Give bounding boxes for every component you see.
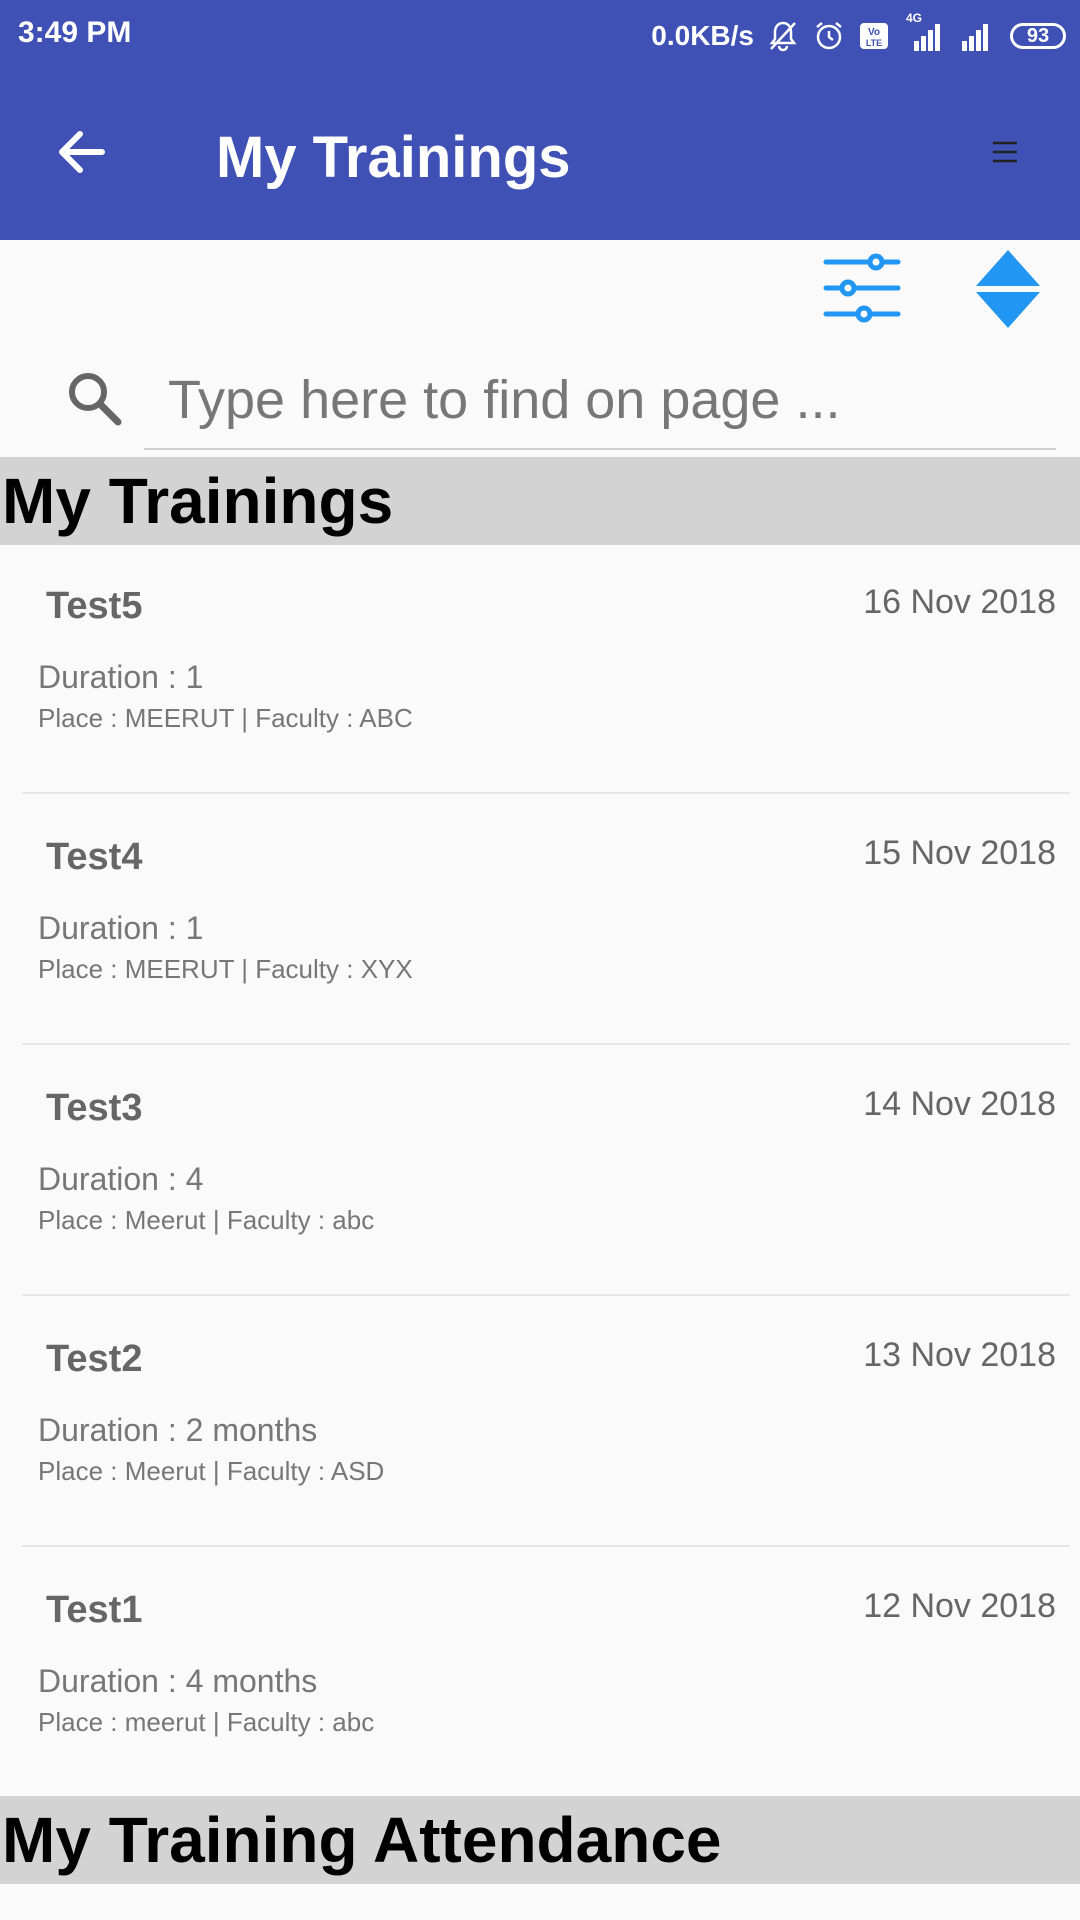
training-duration: Duration : 1 — [38, 910, 204, 946]
training-meta: Place : meerut | Faculty : abc — [38, 1707, 375, 1737]
search-icon — [64, 368, 124, 428]
training-duration: Duration : 1 — [38, 659, 204, 695]
training-list: Test5 16 Nov 2018 Duration : 1 Place : M… — [0, 543, 1080, 1798]
training-duration: Duration : 4 months — [38, 1663, 318, 1699]
list-item[interactable]: Test5 16 Nov 2018 Duration : 1 Place : M… — [22, 543, 1070, 794]
battery-level: 93 — [1026, 24, 1050, 47]
list-item[interactable]: Test2 13 Nov 2018 Duration : 2 months Pl… — [22, 1296, 1070, 1547]
list-item[interactable]: Test1 12 Nov 2018 Duration : 4 months Pl… — [22, 1547, 1070, 1798]
training-name: Test4 — [46, 836, 143, 878]
training-date: 15 Nov 2018 — [863, 834, 1056, 872]
training-date: 14 Nov 2018 — [863, 1085, 1056, 1123]
training-meta: Place : Meerut | Faculty : ASD — [38, 1456, 385, 1486]
status-time: 3:49 PM — [18, 16, 132, 49]
training-meta: Place : MEERUT | Faculty : ABC — [38, 703, 413, 733]
status-bar: 3:49 PM 0.0KB/s Vo LTE 4G 93 — [0, 0, 1080, 72]
training-meta: Place : MEERUT | Faculty : XYX — [38, 954, 413, 984]
training-date: 12 Nov 2018 — [863, 1587, 1056, 1625]
section-header-attendance: My Training Attendance — [0, 1796, 1080, 1884]
training-meta: Place : Meerut | Faculty : abc — [38, 1205, 375, 1235]
svg-text:Vo: Vo — [868, 27, 880, 38]
training-date: 16 Nov 2018 — [863, 583, 1056, 621]
section-title: My Training Attendance — [2, 1804, 722, 1876]
search-input[interactable] — [144, 352, 1056, 450]
training-name: Test5 — [46, 585, 143, 627]
menu-icon[interactable] — [990, 137, 1020, 167]
app-bar: My Trainings — [0, 72, 1080, 240]
battery-icon: 93 — [1010, 23, 1066, 49]
training-name: Test3 — [46, 1087, 143, 1129]
alarm-icon — [812, 19, 846, 53]
training-duration: Duration : 4 — [38, 1161, 204, 1197]
signal-4g-icon: 4G — [902, 11, 946, 53]
arrow-left-icon[interactable] — [52, 122, 112, 182]
page-title: My Trainings — [216, 125, 571, 190]
bell-muted-icon — [766, 19, 800, 53]
training-duration: Duration : 2 months — [38, 1412, 318, 1448]
svg-text:LTE: LTE — [866, 38, 882, 48]
signal-icon — [958, 19, 998, 53]
section-header-trainings: My Trainings — [0, 457, 1080, 545]
sliders-icon[interactable] — [822, 250, 902, 326]
status-icons: 0.0KB/s Vo LTE 4G 93 — [651, 11, 1066, 58]
section-title: My Trainings — [2, 465, 394, 537]
list-item[interactable]: Test4 15 Nov 2018 Duration : 1 Place : M… — [22, 794, 1070, 1045]
list-item[interactable]: Test3 14 Nov 2018 Duration : 4 Place : M… — [22, 1045, 1070, 1296]
network-label: 4G — [906, 11, 923, 25]
training-name: Test2 — [46, 1338, 143, 1380]
volte-icon: Vo LTE — [858, 20, 890, 52]
network-speed: 0.0KB/s — [651, 20, 754, 51]
sort-icon[interactable] — [974, 248, 1042, 330]
training-date: 13 Nov 2018 — [863, 1336, 1056, 1374]
training-name: Test1 — [46, 1589, 143, 1631]
